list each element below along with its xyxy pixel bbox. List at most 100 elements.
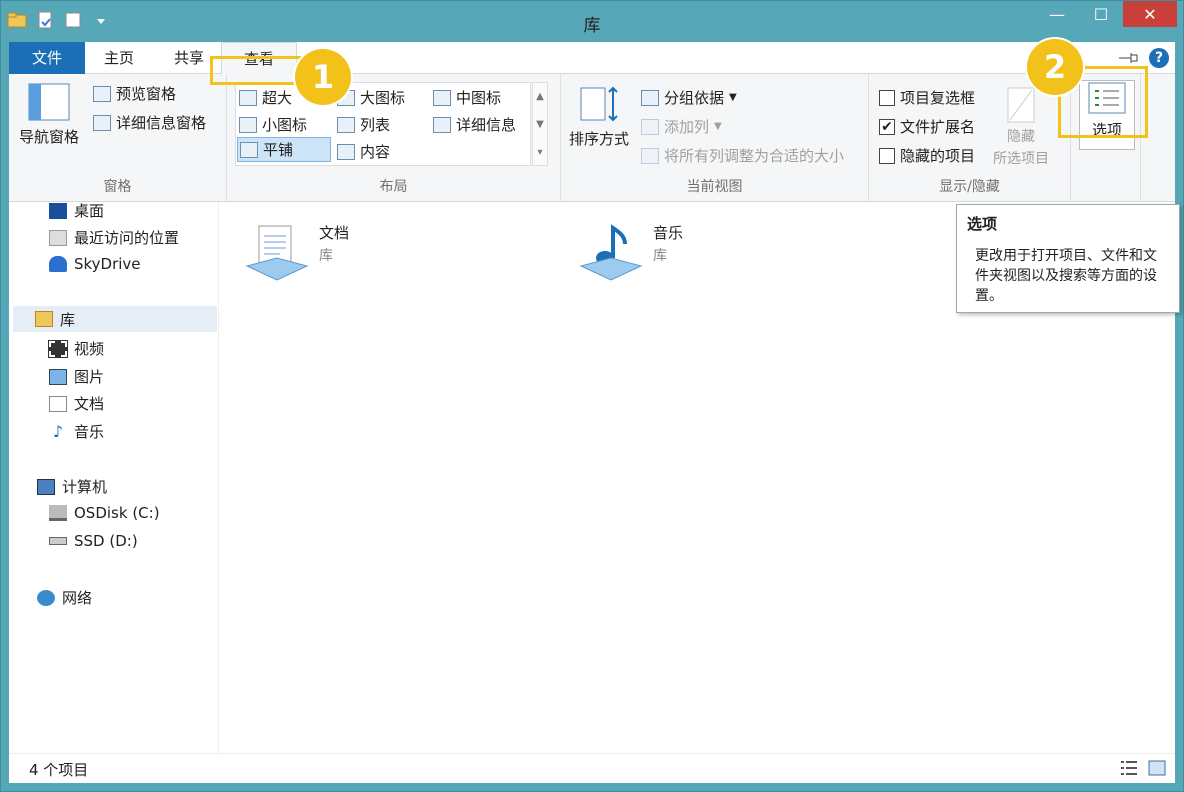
nav-item-label: 网络 <box>62 589 93 607</box>
preview-pane-icon <box>93 85 111 102</box>
nav-item-label: 计算机 <box>62 478 108 496</box>
music-icon: ♪ <box>52 421 64 441</box>
music-library-icon <box>579 224 643 281</box>
file-extensions-label: 文件扩展名 <box>900 118 976 136</box>
callout-1-badge: 1 <box>295 49 351 105</box>
preview-pane-button[interactable]: 预览窗格 <box>93 83 176 104</box>
nav-item-documents[interactable]: 文档 <box>49 393 104 414</box>
group-panes: 导航窗格 预览窗格 详细信息窗格 窗格 <box>9 74 227 202</box>
layout-item-label: 详细信息 <box>456 116 517 134</box>
tile-subtitle: 库 <box>653 248 667 264</box>
hide-selected-label: 所选项目 <box>993 151 1049 167</box>
hidden-items-label: 隐藏的项目 <box>900 147 976 165</box>
network-icon <box>37 589 55 606</box>
details-view-icon[interactable] <box>1119 759 1139 777</box>
nav-item-label: 库 <box>60 310 76 329</box>
details-pane-button[interactable]: 详细信息窗格 <box>93 112 206 133</box>
add-columns-icon <box>641 118 659 135</box>
checkbox[interactable] <box>879 89 895 106</box>
layout-small[interactable]: 小图标 <box>239 114 307 135</box>
checkbox-checked[interactable]: ✔ <box>879 118 895 135</box>
layout-item-label: 列表 <box>360 116 391 134</box>
hide-selected-button[interactable]: 隐藏 所选项目 <box>993 86 1049 168</box>
status-bar: 4 个项目 <box>9 753 1175 783</box>
title-bar: 库 — ☐ ✕ <box>1 1 1183 42</box>
item-checkboxes-toggle[interactable]: 项目复选框 <box>879 87 975 108</box>
nav-item-label: 图片 <box>74 368 105 386</box>
documents-icon <box>49 395 67 412</box>
layout-extra-large[interactable]: 超大 <box>239 87 292 108</box>
nav-item-label: 文档 <box>74 395 105 413</box>
ribbon: 导航窗格 预览窗格 详细信息窗格 窗格 超大 大图标 中图标 小图标 列表 详细… <box>9 74 1175 202</box>
details-pane-icon <box>93 114 111 131</box>
callout-2-badge: 2 <box>1027 39 1083 95</box>
highlight-view-tab <box>210 56 305 85</box>
nav-item-desktop[interactable]: 桌面 <box>49 200 104 221</box>
layout-item-label: 中图标 <box>456 89 502 107</box>
layout-scrollbar[interactable]: ▲ ▼ ▾ <box>532 82 548 166</box>
computer-icon <box>37 478 55 495</box>
tab-home[interactable]: 主页 <box>89 42 149 74</box>
large-icons-view-icon[interactable] <box>1147 759 1167 777</box>
recent-places-icon <box>49 229 67 246</box>
maximize-button[interactable]: ☐ <box>1079 1 1123 27</box>
layout-item-label: 超大 <box>262 89 293 107</box>
item-checkboxes-label: 项目复选框 <box>900 89 976 107</box>
file-extensions-toggle[interactable]: ✔ 文件扩展名 <box>879 116 975 137</box>
layout-details[interactable]: 详细信息 <box>433 114 516 135</box>
nav-item-label: 视频 <box>74 340 105 358</box>
tab-file[interactable]: 文件 <box>9 42 85 74</box>
library-tile-documents[interactable]: 文档库 <box>245 222 349 286</box>
nav-item-computer[interactable]: 计算机 <box>37 476 107 497</box>
nav-item-libraries[interactable]: 库 <box>13 306 217 332</box>
window-title: 库 <box>583 16 601 36</box>
nav-item-pictures[interactable]: 图片 <box>49 366 104 387</box>
nav-item-music[interactable]: ♪ 音乐 <box>49 421 104 442</box>
ribbon-tabs: 文件 主页 共享 查看 ? <box>9 42 1175 75</box>
nav-item-network[interactable]: 网络 <box>37 587 92 608</box>
navigation-pane: 桌面 最近访问的位置 SkyDrive 库 视频 图片 文档 ♪ 音乐 计算机 O… <box>9 202 219 753</box>
pin-ribbon-icon[interactable] <box>1117 50 1139 66</box>
chevron-down-icon: ▼ <box>714 121 722 132</box>
nav-item-recent[interactable]: 最近访问的位置 <box>49 227 179 248</box>
layout-content[interactable]: 内容 <box>337 141 390 162</box>
hide-selected-icon <box>1007 87 1035 123</box>
system-drive-icon <box>49 505 67 521</box>
nav-item-label: 最近访问的位置 <box>74 229 180 247</box>
minimize-button[interactable]: — <box>1035 1 1079 27</box>
hidden-items-toggle[interactable]: 隐藏的项目 <box>879 145 975 166</box>
desktop-icon <box>49 202 67 219</box>
close-button[interactable]: ✕ <box>1123 1 1177 27</box>
skydrive-icon <box>49 256 67 272</box>
layout-medium[interactable]: 中图标 <box>433 87 501 108</box>
group-show-hide: 项目复选框 ✔ 文件扩展名 隐藏的项目 隐藏 所选项目 显示/隐藏 <box>869 74 1071 202</box>
tile-name: 文档 <box>319 224 350 242</box>
group-label-show-hide: 显示/隐藏 <box>939 179 1000 195</box>
nav-item-label: 桌面 <box>74 202 105 220</box>
nav-item-skydrive[interactable]: SkyDrive <box>49 255 141 273</box>
tile-name: 音乐 <box>653 224 684 242</box>
group-by-button[interactable]: 分组依据 ▼ <box>641 87 737 108</box>
medium-icons-icon <box>433 89 451 106</box>
nav-item-drive-d[interactable]: SSD (D:) <box>49 532 138 550</box>
library-tile-music[interactable]: 音乐库 <box>579 222 683 286</box>
sort-icon <box>580 86 618 122</box>
sort-by-button[interactable]: 排序方式 <box>569 84 629 149</box>
content-icon <box>337 143 355 160</box>
help-icon[interactable]: ? <box>1149 48 1169 68</box>
nav-pane-icon <box>28 83 70 121</box>
libraries-icon <box>35 311 53 327</box>
group-label-panes: 窗格 <box>103 179 132 195</box>
nav-item-videos[interactable]: 视频 <box>48 338 105 359</box>
layout-tiles[interactable]: 平铺 <box>237 137 331 162</box>
extra-large-icons-icon <box>239 89 257 106</box>
fit-columns-button[interactable]: 将所有列调整为合适的大小 <box>641 145 844 166</box>
nav-pane-button[interactable]: 导航窗格 <box>19 82 79 147</box>
layout-list[interactable]: 列表 <box>337 114 390 135</box>
checkbox[interactable] <box>879 147 895 164</box>
nav-item-drive-c[interactable]: OSDisk (C:) <box>49 504 160 522</box>
layout-item-label: 大图标 <box>360 89 406 107</box>
add-columns-button[interactable]: 添加列 ▼ <box>641 116 722 137</box>
chevron-down-icon: ▼ <box>729 92 737 103</box>
hide-selected-label: 隐藏 <box>1007 129 1035 145</box>
